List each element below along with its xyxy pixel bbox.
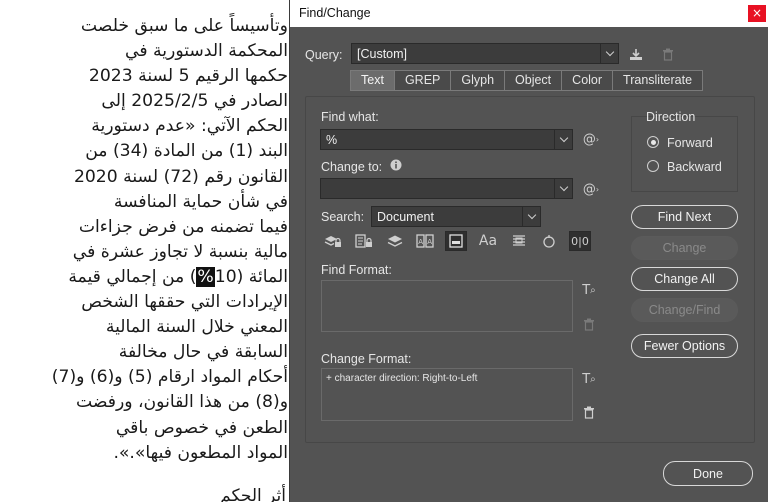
text-line: و(8) من هذا القانون، ورفضت	[75, 392, 288, 413]
svg-text:A: A	[418, 238, 423, 246]
change-format-box[interactable]: + character direction: Right-to-Left	[321, 368, 573, 421]
delete-query-icon[interactable]	[659, 45, 677, 63]
query-value: [Custom]	[357, 47, 408, 61]
include-footnotes-icon[interactable]	[445, 231, 467, 251]
find-what-value: %	[326, 133, 338, 147]
change-to-field[interactable]	[320, 178, 573, 199]
find-next-button[interactable]: Find Next	[631, 205, 738, 229]
include-locked-layers-icon[interactable]	[322, 231, 344, 251]
text-line: المحكمة الدستورية في	[125, 41, 288, 62]
direction-forward-radio[interactable]	[647, 136, 659, 148]
find-change-dialog: Find/Change × Query: [Custom] Text GREP …	[289, 0, 768, 502]
special-characters-icon[interactable]: @ ›	[580, 180, 602, 198]
text-line: حكمها الرقيم 5 لسنة 2023	[88, 66, 288, 87]
dialog-title: Find/Change	[299, 6, 371, 20]
text-line: الصادر في 2025/2/5 إلى	[101, 91, 288, 112]
find-what-field[interactable]: %	[320, 129, 573, 150]
text-segment: ) من إجمالي قيمة	[68, 266, 197, 287]
text-line: وتأسيساً على ما سبق خلصت	[80, 16, 288, 36]
chevron-down-icon[interactable]	[554, 130, 572, 149]
save-query-icon[interactable]	[627, 45, 645, 63]
kana-sensitive-icon[interactable]	[538, 231, 560, 251]
tab-grep[interactable]: GREP	[393, 71, 451, 90]
change-find-button[interactable]: Change/Find	[631, 298, 738, 322]
clear-find-format-icon[interactable]	[580, 316, 598, 332]
change-all-button[interactable]: Change All	[631, 267, 738, 291]
whole-word-icon[interactable]	[508, 231, 530, 251]
query-label: Query:	[305, 48, 343, 62]
case-sensitive-icon[interactable]: Aa	[477, 231, 499, 251]
full-half-width-icon[interactable]: 0|0	[569, 231, 591, 251]
info-icon[interactable]	[389, 158, 403, 172]
text-segment: المائة (10	[214, 266, 288, 287]
search-scope-select[interactable]: Document	[371, 206, 541, 227]
tab-color[interactable]: Color	[561, 71, 613, 90]
dialog-titlebar[interactable]: Find/Change ×	[290, 0, 768, 27]
next-section-heading: أثر الحكم	[220, 486, 286, 502]
text-line-with-match: المائة (10%) من إجمالي قيمة	[0, 265, 288, 290]
change-to-label: Change to:	[321, 160, 383, 174]
document-page: وتأسيساً على ما سبق خلصت المحكمة الدستور…	[0, 0, 300, 502]
include-master-pages-icon[interactable]: AA	[414, 231, 436, 251]
text-line: السابقة في حال مخالفة	[118, 342, 288, 363]
find-format-label: Find Format:	[321, 263, 392, 277]
direction-backward-radio[interactable]	[647, 160, 659, 172]
text-line: أحكام المواد ارقام (5) و(6) و(7)	[51, 367, 288, 388]
change-format-value: + character direction: Right-to-Left	[326, 373, 478, 384]
direction-backward-label[interactable]: Backward	[667, 160, 722, 174]
include-hidden-layers-icon[interactable]	[384, 231, 406, 251]
chevron-down-icon[interactable]	[554, 179, 572, 198]
specify-change-format-icon[interactable]: T ⌕	[579, 371, 599, 387]
chevron-down-icon	[522, 207, 540, 226]
search-type-tabs: Text GREP Glyph Object Color Translitera…	[350, 70, 704, 91]
change-button[interactable]: Change	[631, 236, 738, 260]
text-line: الحكم الآتي: «عدم دستورية	[91, 116, 288, 137]
direction-forward-label[interactable]: Forward	[667, 136, 713, 150]
text-line: البند (1) من المادة (34) من	[85, 141, 288, 162]
close-button[interactable]: ×	[748, 5, 766, 22]
find-format-box[interactable]	[321, 280, 573, 332]
fewer-options-button[interactable]: Fewer Options	[631, 334, 738, 358]
svg-text:A: A	[427, 238, 432, 246]
text-line: الإيرادات التي حققها الشخص	[81, 292, 288, 313]
search-scope-value: Document	[377, 210, 434, 224]
direction-group	[631, 116, 738, 192]
text-line: القانون رقم (72) لسنة 2020	[73, 166, 288, 187]
include-locked-stories-icon[interactable]	[353, 231, 375, 251]
tab-text[interactable]: Text	[351, 71, 394, 90]
search-label: Search:	[321, 210, 365, 224]
specify-find-format-icon[interactable]: T ⌕	[579, 282, 599, 298]
text-line: في شأن حماية المنافسة	[113, 191, 288, 212]
tab-object[interactable]: Object	[504, 71, 562, 90]
text-line: المعني خلال السنة المالية	[105, 317, 288, 338]
direction-label: Direction	[646, 110, 696, 124]
tab-transliterate[interactable]: Transliterate	[612, 71, 703, 90]
done-button[interactable]: Done	[663, 461, 753, 486]
document-body-text: وتأسيساً على ما سبق خلصت المحكمة الدستور…	[0, 14, 288, 466]
tab-glyph[interactable]: Glyph	[450, 71, 505, 90]
text-line: مالية بنسبة لا تجاوز عشرة في	[72, 241, 288, 262]
text-line: فيما تضمنه من فرض جزاءات	[78, 216, 288, 237]
clear-change-format-icon[interactable]	[580, 404, 598, 420]
chevron-down-icon	[600, 44, 618, 63]
text-line: الطعن في خصوص باقي	[115, 417, 288, 438]
find-what-label: Find what:	[321, 110, 379, 124]
text-line: المواد المطعون فيها».».	[113, 442, 288, 463]
search-match-highlight[interactable]: %	[196, 266, 215, 287]
special-characters-icon[interactable]: @ ›	[580, 130, 602, 148]
query-select[interactable]: [Custom]	[351, 43, 619, 64]
change-format-label: Change Format:	[321, 352, 412, 366]
